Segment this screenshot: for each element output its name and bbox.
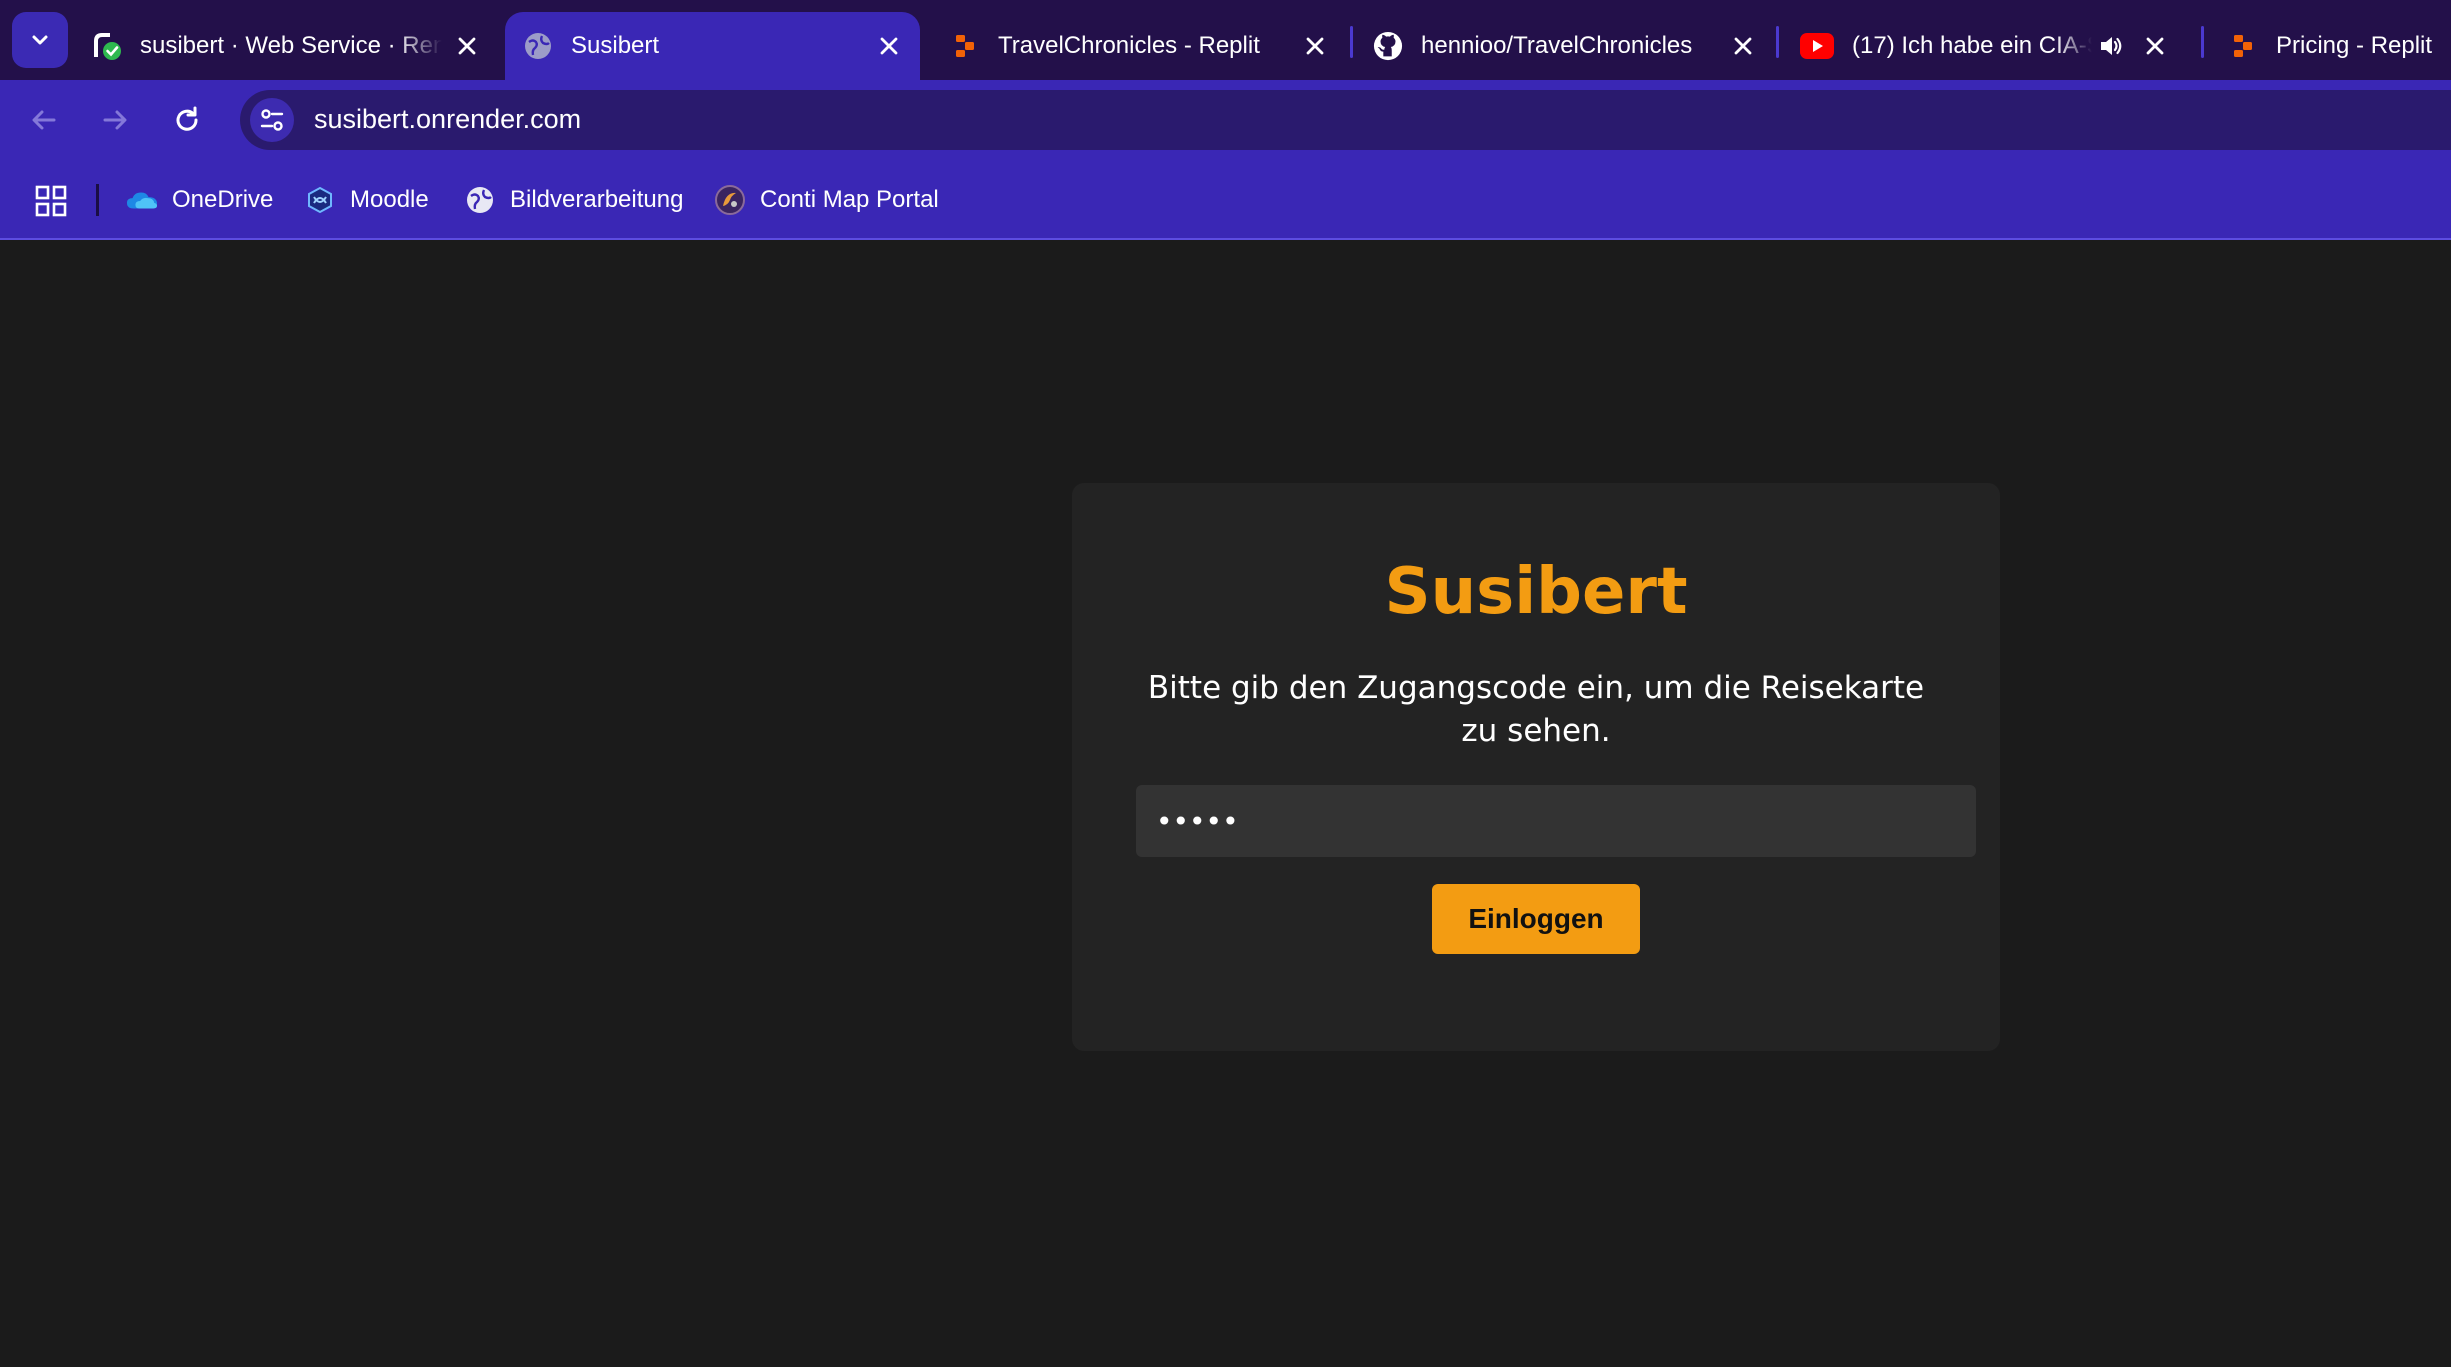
reload-icon (176, 106, 198, 131)
close-icon[interactable] (1300, 31, 1330, 61)
tune-icon (260, 109, 284, 131)
bookmark-label: Bildverarbeitung (510, 186, 684, 213)
browser-toolbar: susibert.onrender.com (0, 80, 2451, 160)
close-icon[interactable] (1728, 31, 1758, 61)
page-content: Susibert Bitte gib den Zugangscode ein, … (0, 240, 2451, 1367)
bookmark-bildverarbeitung[interactable]: Bildverarbeitung (464, 180, 683, 220)
arrow-right-icon (103, 110, 127, 130)
tab-separator (1350, 26, 1353, 58)
globe-icon (464, 184, 496, 216)
tab-susibert[interactable]: Susibert (505, 12, 920, 80)
replit-icon (2228, 31, 2258, 61)
tab-title: susibert · Web Service · Render (140, 32, 442, 59)
github-icon (1373, 31, 1403, 61)
address-bar[interactable]: susibert.onrender.com (240, 90, 2451, 150)
login-card: Susibert Bitte gib den Zugangscode ein, … (1072, 483, 2000, 1051)
speaker-icon[interactable] (2096, 31, 2126, 61)
bookmark-label: OneDrive (172, 186, 274, 213)
close-icon[interactable] (452, 31, 482, 61)
close-icon[interactable] (2140, 31, 2170, 61)
tab-title: Susibert (571, 32, 660, 59)
arrow-left-icon (32, 110, 56, 130)
page-title: Susibert (1384, 555, 1688, 629)
tab-render-service[interactable]: susibert · Web Service · Render (92, 12, 482, 80)
url-text: susibert.onrender.com (314, 104, 582, 134)
tab-title: (17) Ich habe ein CIA-S (1852, 32, 2092, 59)
tab-travelchronicles-replit[interactable]: TravelChronicles - Replit (950, 12, 1330, 80)
tab-pricing-replit[interactable]: Pricing - Replit (2228, 12, 2451, 80)
access-code-input[interactable] (1136, 785, 1976, 857)
tab-title: Pricing - Replit (2276, 32, 2433, 59)
bookmark-label: Conti Map Portal (760, 186, 939, 213)
login-description: Bitte gib den Zugangscode ein, um die Re… (1147, 670, 1925, 749)
bookmark-moodle[interactable]: Moodle (304, 180, 429, 220)
tab-strip: susibert · Web Service · Render Susibert… (0, 0, 2451, 80)
apps-grid-icon (35, 185, 67, 217)
site-info-button[interactable] (250, 98, 294, 142)
replit-icon (950, 31, 980, 61)
globe-icon (523, 31, 553, 61)
bookmark-conti-map-portal[interactable]: Conti Map Portal (714, 180, 939, 220)
moodle-icon (304, 184, 336, 216)
tab-github-repo[interactable]: hennioo/TravelChronicles (1373, 12, 1758, 80)
reload-button[interactable] (164, 97, 210, 143)
tab-title: TravelChronicles - Replit (998, 32, 1260, 59)
apps-grid-button[interactable] (34, 184, 68, 218)
conti-icon (714, 184, 746, 216)
bookmark-label: Moodle (350, 186, 429, 213)
login-button[interactable]: Einloggen (1432, 884, 1640, 954)
tab-title: hennioo/TravelChronicles (1421, 32, 1693, 59)
chevron-down-icon (32, 35, 48, 45)
youtube-icon (1800, 31, 1834, 61)
tab-separator (1776, 26, 1779, 58)
tab-separator (2201, 26, 2204, 58)
bookmark-separator (96, 184, 99, 216)
tab-search-button[interactable] (12, 12, 68, 68)
forward-button[interactable] (92, 97, 138, 143)
onedrive-icon (126, 184, 158, 216)
bookmark-onedrive[interactable]: OneDrive (126, 180, 273, 220)
bookmarks-bar: OneDrive Moodle Bildverarbeitung Conti M… (0, 160, 2451, 240)
tab-youtube-video[interactable]: (17) Ich habe ein CIA-S (1800, 12, 2185, 80)
render-icon (92, 31, 122, 61)
back-button[interactable] (21, 97, 67, 143)
close-icon[interactable] (874, 31, 904, 61)
